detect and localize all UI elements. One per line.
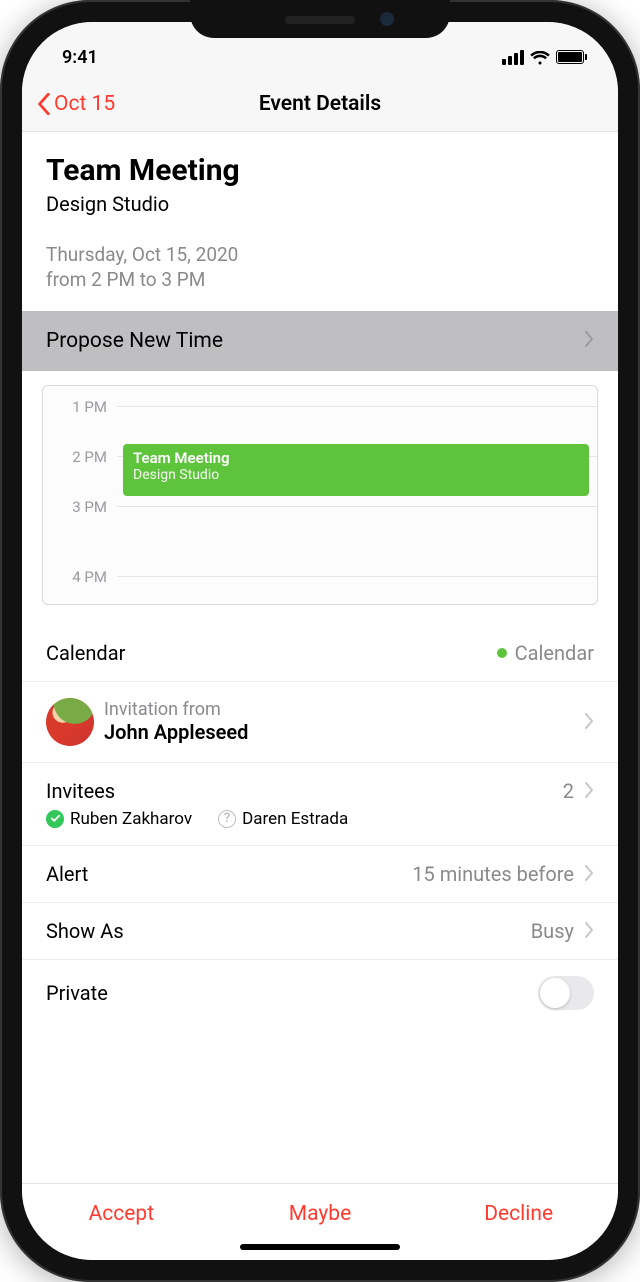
calendar-label: Calendar bbox=[46, 641, 487, 665]
timeline-event-subtitle: Design Studio bbox=[133, 467, 579, 484]
timeline-hour-label: 3 PM bbox=[43, 498, 117, 516]
invitation-organizer: John Appleseed bbox=[104, 720, 574, 744]
chevron-right-icon bbox=[584, 710, 594, 734]
private-row: Private bbox=[22, 960, 618, 1026]
invitation-row[interactable]: Invitation from John Appleseed bbox=[22, 682, 618, 763]
calendar-row[interactable]: Calendar Calendar bbox=[22, 625, 618, 682]
accepted-icon bbox=[46, 810, 64, 828]
invitees-row[interactable]: Invitees 2 bbox=[22, 763, 618, 809]
chevron-right-icon bbox=[584, 329, 594, 353]
tentative-icon: ? bbox=[218, 810, 236, 828]
chevron-right-icon bbox=[584, 862, 594, 886]
invitees-list: Ruben Zakharov ? Daren Estrada bbox=[22, 809, 618, 846]
event-location: Design Studio bbox=[46, 192, 594, 216]
show-as-label: Show As bbox=[46, 919, 521, 943]
calendar-color-dot bbox=[497, 648, 507, 658]
timeline-hour-label: 2 PM bbox=[43, 448, 117, 466]
event-date-time: Thursday, Oct 15, 2020 from 2 PM to 3 PM bbox=[46, 242, 594, 293]
propose-new-time-button[interactable]: Propose New Time bbox=[22, 311, 618, 371]
avatar bbox=[46, 698, 94, 746]
invitation-from-label: Invitation from bbox=[104, 699, 574, 720]
screen: 9:41 Oct 15 Event Details Team Meeting bbox=[22, 22, 618, 1260]
private-toggle[interactable] bbox=[538, 976, 594, 1010]
event-title: Team Meeting bbox=[46, 154, 594, 189]
timeline-hour-label: 1 PM bbox=[43, 398, 117, 416]
accept-button[interactable]: Accept bbox=[22, 1184, 221, 1238]
invitee-item: ? Daren Estrada bbox=[218, 809, 348, 829]
chevron-left-icon bbox=[36, 93, 52, 115]
cellular-icon bbox=[502, 50, 524, 65]
calendar-value: Calendar bbox=[497, 641, 594, 665]
status-time: 9:41 bbox=[62, 47, 98, 68]
event-header: Team Meeting Design Studio Thursday, Oct… bbox=[22, 132, 618, 311]
event-date-line: Thursday, Oct 15, 2020 bbox=[46, 242, 594, 268]
decline-button[interactable]: Decline bbox=[419, 1184, 618, 1238]
timeline-event-title: Team Meeting bbox=[133, 449, 579, 467]
home-indicator-area bbox=[22, 1238, 618, 1260]
event-time-line: from 2 PM to 3 PM bbox=[46, 267, 594, 293]
timeline: 1 PM 2 PM 3 PM 4 PM Team Meeting Design … bbox=[22, 371, 618, 605]
alert-value: 15 minutes before bbox=[412, 862, 574, 886]
wifi-icon bbox=[530, 50, 550, 65]
chevron-right-icon bbox=[584, 919, 594, 943]
nav-bar: Oct 15 Event Details bbox=[22, 76, 618, 132]
show-as-value: Busy bbox=[531, 919, 574, 943]
content: Team Meeting Design Studio Thursday, Oct… bbox=[22, 132, 618, 1183]
private-label: Private bbox=[46, 981, 528, 1005]
show-as-row[interactable]: Show As Busy bbox=[22, 903, 618, 960]
status-indicators bbox=[502, 50, 584, 65]
invitation-text: Invitation from John Appleseed bbox=[104, 699, 574, 744]
device-frame: 9:41 Oct 15 Event Details Team Meeting bbox=[0, 0, 640, 1282]
battery-icon bbox=[556, 50, 584, 64]
home-indicator[interactable] bbox=[240, 1244, 400, 1250]
back-label: Oct 15 bbox=[54, 92, 115, 116]
propose-label: Propose New Time bbox=[46, 329, 223, 353]
alert-label: Alert bbox=[46, 862, 402, 886]
timeline-box[interactable]: 1 PM 2 PM 3 PM 4 PM Team Meeting Design … bbox=[42, 385, 598, 605]
timeline-hour-label: 4 PM bbox=[43, 568, 117, 586]
invitee-name: Daren Estrada bbox=[242, 809, 348, 829]
back-button[interactable]: Oct 15 bbox=[36, 92, 115, 116]
invitees-count: 2 bbox=[563, 779, 574, 803]
chevron-right-icon bbox=[584, 779, 594, 803]
alert-row[interactable]: Alert 15 minutes before bbox=[22, 846, 618, 903]
details-list: Calendar Calendar Invitation from John A… bbox=[22, 625, 618, 1026]
invitee-item: Ruben Zakharov bbox=[46, 809, 192, 829]
invitee-name: Ruben Zakharov bbox=[70, 809, 192, 829]
maybe-button[interactable]: Maybe bbox=[221, 1184, 420, 1238]
notch bbox=[190, 0, 450, 38]
invitees-label: Invitees bbox=[46, 779, 553, 803]
timeline-event-block[interactable]: Team Meeting Design Studio bbox=[123, 444, 589, 496]
rsvp-bar: Accept Maybe Decline bbox=[22, 1183, 618, 1238]
